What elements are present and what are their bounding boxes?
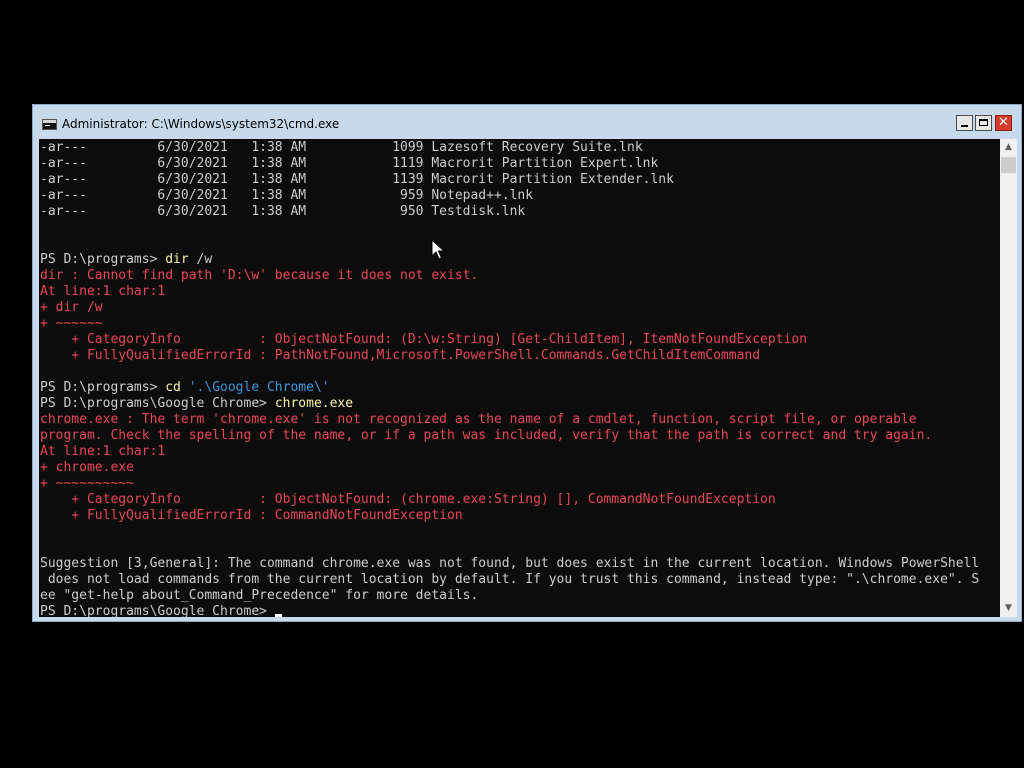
console-line: does not load commands from the current … — [40, 572, 979, 588]
console-text-segment: -ar--- 6/30/2021 1:38 AM 950 Testdisk.ln… — [40, 204, 526, 219]
console-line: At line:1 char:1 — [40, 444, 165, 460]
window-title: Administrator: C:\Windows\system32\cmd.e… — [62, 117, 340, 131]
console-line: -ar--- 6/30/2021 1:38 AM 1119 Macrorit P… — [40, 156, 658, 172]
console-text-segment: At line:1 char:1 — [40, 444, 166, 459]
console-line: -ar--- 6/30/2021 1:38 AM 1099 Lazesoft R… — [40, 140, 643, 156]
console-text-segment: + ~~~~~~~~~~ — [40, 476, 134, 491]
scroll-up-icon[interactable]: ▲ — [1000, 139, 1017, 156]
console-line: + ~~~~~~ — [40, 316, 103, 332]
console-text-segment: cd — [165, 380, 181, 395]
console-line: At line:1 char:1 — [40, 284, 165, 300]
mouse-pointer-icon — [431, 239, 445, 260]
console-text-segment: + CategoryInfo : ObjectNotFound: (chrome… — [40, 492, 776, 507]
console-line: PS D:\programs\Google Chrome> — [40, 604, 282, 617]
console-text-segment: + FullyQualifiedErrorId : PathNotFound,M… — [40, 348, 761, 363]
console-text-segment: -ar--- 6/30/2021 1:38 AM 1099 Lazesoft R… — [40, 140, 643, 155]
console-text-segment: /w — [188, 252, 213, 267]
console-line: program. Check the spelling of the name,… — [40, 428, 932, 444]
console-app-icon[interactable] — [42, 119, 57, 130]
scrollbar-thumb[interactable] — [1001, 157, 1016, 173]
console-output[interactable]: -ar--- 6/30/2021 1:38 AM 1099 Lazesoft R… — [39, 139, 1000, 617]
console-line: + FullyQualifiedErrorId : CommandNotFoun… — [40, 508, 463, 524]
console-text-segment: chrome.exe — [274, 396, 354, 411]
console-line: + dir /w — [40, 300, 103, 316]
console-line: + CategoryInfo : ObjectNotFound: (D:\w:S… — [40, 332, 807, 348]
console-line: -ar--- 6/30/2021 1:38 AM 950 Testdisk.ln… — [40, 204, 525, 220]
console-text-segment — [181, 380, 189, 395]
console-text-segment: chrome.exe : The term 'chrome.exe' is no… — [40, 412, 917, 427]
console-text-segment: ee "get-help about_Command_Precedence" f… — [40, 588, 479, 603]
text-cursor — [274, 614, 282, 617]
console-text-segment: does not load commands from the current … — [40, 572, 980, 587]
console-line: -ar--- 6/30/2021 1:38 AM 959 Notepad++.l… — [40, 188, 533, 204]
console-text-segment: + chrome.exe — [40, 460, 134, 475]
vertical-scrollbar[interactable]: ▲ ▼ — [1000, 139, 1017, 617]
console-line: dir : Cannot find path 'D:\w' because it… — [40, 268, 478, 284]
console-text-segment: -ar--- 6/30/2021 1:38 AM 1119 Macrorit P… — [40, 156, 659, 171]
console-text-segment: Suggestion [3,General]: The command chro… — [40, 556, 980, 571]
console-line: chrome.exe : The term 'chrome.exe' is no… — [40, 412, 917, 428]
title-bar[interactable]: Administrator: C:\Windows\system32\cmd.e… — [33, 105, 1021, 139]
console-line: PS D:\programs\Google Chrome> chrome.exe — [40, 396, 353, 412]
console-text-segment: + ~~~~~~ — [40, 316, 103, 331]
console-text-segment: -ar--- 6/30/2021 1:38 AM 1139 Macrorit P… — [40, 172, 674, 187]
maximize-button[interactable] — [975, 115, 992, 131]
console-text-segment: PS D:\programs\Google Chrome> — [40, 396, 275, 411]
console-line: PS D:\programs> dir /w — [40, 252, 212, 268]
console-line: ee "get-help about_Command_Precedence" f… — [40, 588, 478, 604]
console-line: + ~~~~~~~~~~ — [40, 476, 134, 492]
console-text-segment: PS D:\programs> — [40, 252, 166, 267]
console-text-segment: program. Check the spelling of the name,… — [40, 428, 933, 443]
console-text-segment: + FullyQualifiedErrorId : CommandNotFoun… — [40, 508, 463, 523]
console-line: + chrome.exe — [40, 460, 134, 476]
close-icon: ✕ — [998, 115, 1009, 130]
console-text-segment: dir : Cannot find path 'D:\w' because it… — [40, 268, 479, 283]
console-line: -ar--- 6/30/2021 1:38 AM 1139 Macrorit P… — [40, 172, 674, 188]
console-text-segment: At line:1 char:1 — [40, 284, 166, 299]
console-text-segment: PS D:\programs> — [40, 380, 166, 395]
console-text-segment: + CategoryInfo : ObjectNotFound: (D:\w:S… — [40, 332, 808, 347]
console-line: + FullyQualifiedErrorId : PathNotFound,M… — [40, 348, 760, 364]
console-text-segment: dir — [165, 252, 189, 267]
cmd-window[interactable]: Administrator: C:\Windows\system32\cmd.e… — [32, 104, 1022, 622]
console-text-segment: '.\Google Chrome\' — [188, 380, 330, 395]
minimize-button[interactable] — [956, 115, 973, 131]
close-button[interactable]: ✕ — [995, 115, 1012, 131]
console-line: PS D:\programs> cd '.\Google Chrome\' — [40, 380, 330, 396]
console-line: Suggestion [3,General]: The command chro… — [40, 556, 979, 572]
console-text-segment: + dir /w — [40, 300, 103, 315]
console-text-segment: -ar--- 6/30/2021 1:38 AM 959 Notepad++.l… — [40, 188, 534, 203]
console-text-segment: PS D:\programs\Google Chrome> — [40, 604, 275, 617]
console-line: + CategoryInfo : ObjectNotFound: (chrome… — [40, 492, 776, 508]
scroll-down-icon[interactable]: ▼ — [1000, 600, 1017, 617]
